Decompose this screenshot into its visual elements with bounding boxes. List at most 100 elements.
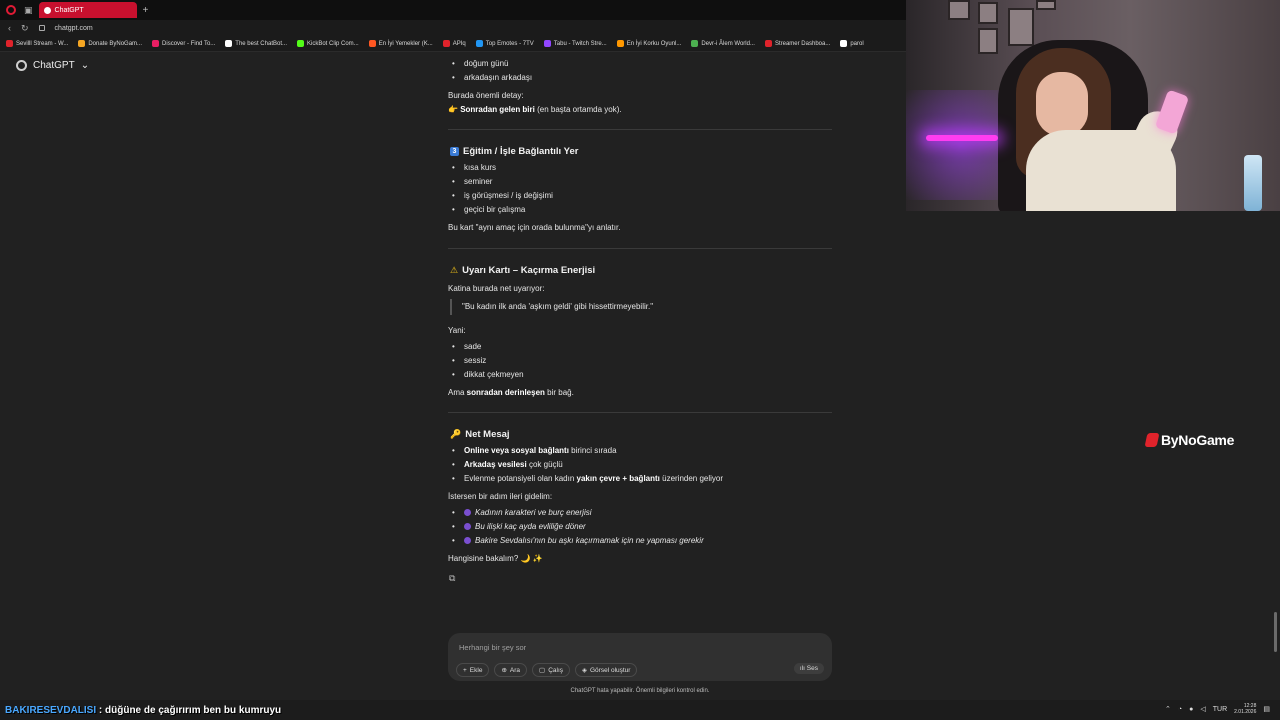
divider — [448, 412, 832, 413]
list-item: seminer — [452, 177, 493, 186]
clock[interactable]: 12:28 2.01.2026 — [1234, 703, 1256, 715]
list-item: doğum günü — [452, 59, 509, 68]
bookmark-label: Tabu - Twitch Stre... — [553, 40, 607, 47]
bookmark-item[interactable]: Donate ByNoGam... — [78, 40, 142, 47]
bookmark-label: En İyi Korku Oyunl... — [626, 40, 682, 47]
bookmark-label: The best ChatBot... — [235, 40, 287, 47]
section-heading: 🔑 Net Mesaj — [450, 429, 510, 440]
site-info-icon[interactable] — [38, 25, 45, 31]
bookmark-item[interactable]: Streamer Dashboa... — [764, 40, 830, 47]
bookmark-favicon-icon — [764, 40, 772, 47]
crystal-ball-icon — [464, 537, 471, 545]
bynogame-mark-icon — [1144, 433, 1160, 447]
paragraph: Burada önemli detay: — [448, 91, 524, 100]
bookmark-favicon-icon — [368, 40, 376, 47]
attach-button[interactable]: + Ekle — [456, 663, 490, 677]
list-item: kısa kurs — [452, 163, 496, 172]
bookmark-label: Top Emotes - 7TV — [485, 40, 534, 47]
crystal-ball-icon — [464, 523, 471, 531]
language-indicator[interactable]: TUR — [1213, 706, 1227, 713]
reload-icon[interactable]: ↻ — [21, 23, 29, 34]
bookmark-item[interactable]: parol — [840, 40, 864, 47]
list-item: sessiz — [452, 356, 486, 365]
model-selector[interactable]: ChatGPT ⌄ — [16, 60, 89, 71]
back-icon[interactable]: ‹ — [8, 23, 11, 33]
tool-label: Çalış — [548, 666, 563, 674]
disclaimer: ChatGPT hata yapabilir. Önemli bilgileri… — [570, 688, 710, 694]
volume-icon[interactable]: ◁ — [1200, 705, 1205, 713]
paragraph: Ama sonradan derinleşen bir bağ. — [448, 388, 574, 397]
bookmark-favicon-icon — [78, 40, 86, 47]
bookmark-favicon-icon — [691, 40, 699, 47]
wall-frame — [1008, 8, 1034, 46]
list-item: Online veya sosyal bağlantı birinci sıra… — [452, 446, 616, 455]
paragraph: Hangisine bakalım? 🌙 ✨ — [448, 554, 543, 563]
bookmark-item[interactable]: Sevilll Stream - W... — [6, 40, 68, 47]
scrollbar[interactable] — [1274, 612, 1277, 652]
bookmark-item[interactable]: Discover - Find To... — [152, 40, 215, 47]
chevron-down-icon: ⌄ — [80, 60, 90, 71]
bookmark-label: parol — [850, 40, 864, 47]
number-three-icon: 3 — [450, 147, 459, 156]
list-item: arkadaşın arkadaşı — [452, 73, 532, 82]
list-item: Bakire Sevdalısı'nın bu aşkı kaçırmamak … — [452, 536, 704, 545]
wall-frame — [978, 28, 998, 54]
opera-logo-icon[interactable] — [6, 5, 16, 15]
chat-ticker: BAKIRESEVDALISI : düğüne de çağırırım be… — [0, 705, 281, 716]
composer-tools: + Ekle ⊕ Ara ▢ Çalış ◈ Görsel oluştur — [456, 663, 638, 677]
tool-label: Ara — [509, 666, 521, 674]
bookmark-favicon-icon — [152, 40, 160, 47]
key-icon: 🔑 — [450, 429, 462, 439]
list-item: dikkat çekmeyen — [452, 370, 524, 379]
water-bottle — [1244, 155, 1262, 211]
bookmark-favicon-icon — [543, 40, 551, 47]
bynogame-logo: ByNoGame — [1144, 432, 1234, 448]
prompt-input[interactable]: Herhangi bir şey sor — [459, 643, 526, 652]
notifications-icon[interactable]: ▤ — [1263, 705, 1270, 713]
list-item: Kadının karakteri ve burç enerjisi — [452, 508, 591, 517]
microphone-icon[interactable]: ● — [1189, 706, 1193, 713]
tabs-menu-icon[interactable]: ▣ — [24, 5, 33, 16]
warning-icon: ⚠ — [450, 265, 459, 275]
paragraph: Bu kart "aynı amaç için orada bulunma"yı… — [448, 223, 621, 232]
bookmark-item[interactable]: APIq — [442, 40, 466, 47]
section-heading: 3 Eğitim / İşle Bağlantılı Yer — [450, 146, 578, 157]
network-icon[interactable]: ◔ — [1178, 706, 1182, 713]
url-field[interactable]: chatgpt.com — [55, 25, 93, 32]
bookmark-item[interactable]: Devr-i Âlem World... — [691, 40, 755, 47]
bookmark-favicon-icon — [475, 40, 483, 47]
bookmark-label: Devr-i Âlem World... — [701, 40, 755, 47]
globe-icon: ⊕ — [501, 667, 507, 674]
wall-frame — [978, 2, 998, 24]
bookmark-favicon-icon — [225, 40, 233, 47]
list-item: Bu ilişki kaç ayda evliliğe döner — [452, 522, 586, 531]
plus-icon: + — [463, 666, 467, 674]
bookmark-item[interactable]: Top Emotes - 7TV — [475, 40, 534, 47]
bookmark-item[interactable]: En İyi Korku Oyunl... — [616, 40, 682, 47]
bookmark-item[interactable]: KickBot Clip Com... — [297, 40, 359, 47]
bookmark-item[interactable]: En İyi Yemekler (K... — [368, 40, 433, 47]
bookmark-item[interactable]: Tabu - Twitch Stre... — [543, 40, 607, 47]
tab-chatgpt[interactable]: ChatGPT — [38, 2, 137, 18]
study-button[interactable]: ▢ Çalış — [532, 663, 570, 677]
copy-icon[interactable]: ⧉ — [449, 573, 455, 584]
search-button[interactable]: ⊕ Ara — [494, 663, 528, 677]
list-item: Evlenme potansiyeli olan kadın yakın çev… — [452, 474, 723, 483]
bookmark-label: Sevilll Stream - W... — [16, 40, 69, 47]
paragraph: Katina burada net uyarıyor: — [448, 284, 545, 293]
wall-frame — [948, 0, 970, 20]
new-tab-button[interactable]: + — [143, 5, 149, 16]
bookmark-favicon-icon — [6, 40, 13, 47]
chevron-up-icon[interactable]: ⌃ — [1165, 705, 1171, 713]
tool-label: Ekle — [469, 666, 483, 674]
create-image-button[interactable]: ◈ Görsel oluştur — [575, 663, 638, 677]
bookmark-label: Donate ByNoGam... — [88, 40, 143, 47]
webcam-overlay — [906, 0, 1280, 211]
chat-message: : düğüne de çağırırım ben bu kumruyu — [96, 704, 282, 716]
system-tray: ⌃ ◔ ● ◁ TUR 12:28 2.01.2026 ▤ — [1165, 703, 1270, 715]
streamer-face — [1036, 72, 1088, 136]
tab-title: ChatGPT — [54, 6, 84, 14]
voice-mode-button[interactable]: ılı Ses — [793, 663, 824, 674]
bookmark-favicon-icon — [840, 40, 848, 47]
bookmark-item[interactable]: The best ChatBot... — [225, 40, 287, 47]
